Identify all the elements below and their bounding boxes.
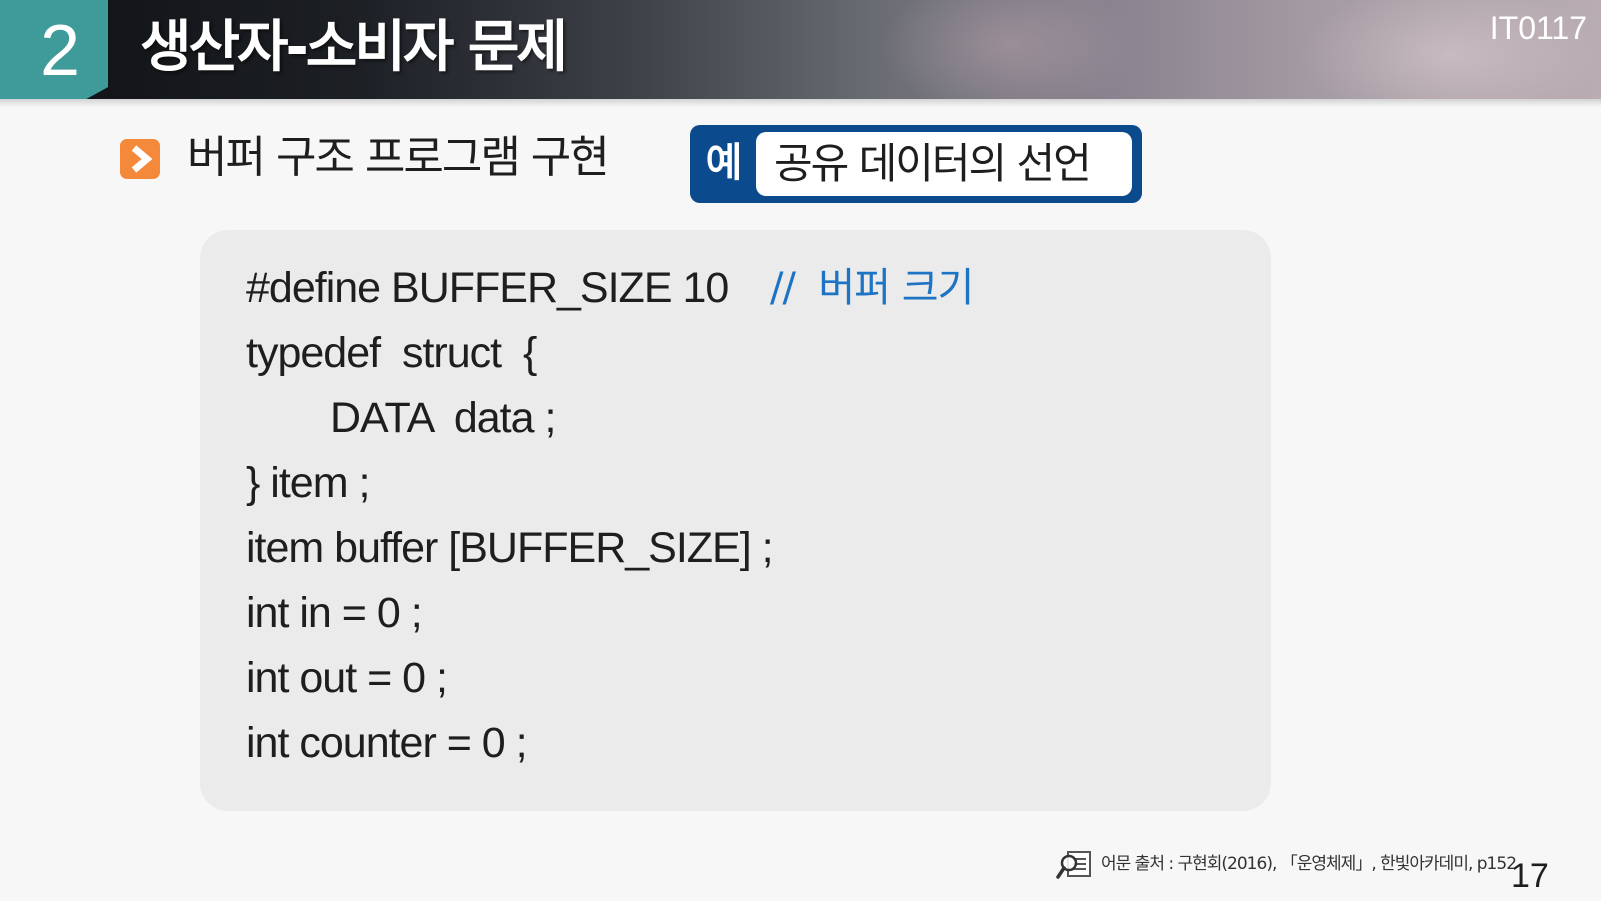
page-title: 생산자-소비자 문제 [140,15,568,80]
code-line: } item ; [246,459,370,507]
header-shadow [0,99,1601,107]
source-citation: 어문 출처 : 구현회(2016), 「운영체제」, 한빛아카데미, p152 [1101,854,1517,874]
code-line: DATA data ; [330,394,556,442]
code-comment: // 버퍼 크기 [770,265,974,311]
page-number: 17 [1511,857,1549,895]
example-content: 공유 데이터의 선언 [756,132,1132,196]
background-blur [880,0,1140,99]
header-banner: 2 생산자-소비자 문제 IT0117 [0,0,1601,99]
document-magnifier-icon [1056,850,1092,880]
example-badge: 예 공유 데이터의 선언 [690,125,1142,203]
code-line: item buffer [BUFFER_SIZE] ; [246,524,774,572]
code-line: typedef struct { [246,329,537,377]
code-block: #define BUFFER_SIZE 10 // 버퍼 크기 typedef … [200,230,1271,811]
example-label: 예 [705,140,743,186]
code-line: int out = 0 ; [246,654,448,702]
code-line: int counter = 0 ; [246,719,528,767]
subheading: 버퍼 구조 프로그램 구현 [187,132,610,183]
code-line: #define BUFFER_SIZE 10 [246,264,729,312]
section-number: 2 [39,11,81,91]
course-code: IT0117 [1489,10,1587,46]
chevron-right-icon [120,139,160,179]
code-line: int in = 0 ; [246,589,423,637]
